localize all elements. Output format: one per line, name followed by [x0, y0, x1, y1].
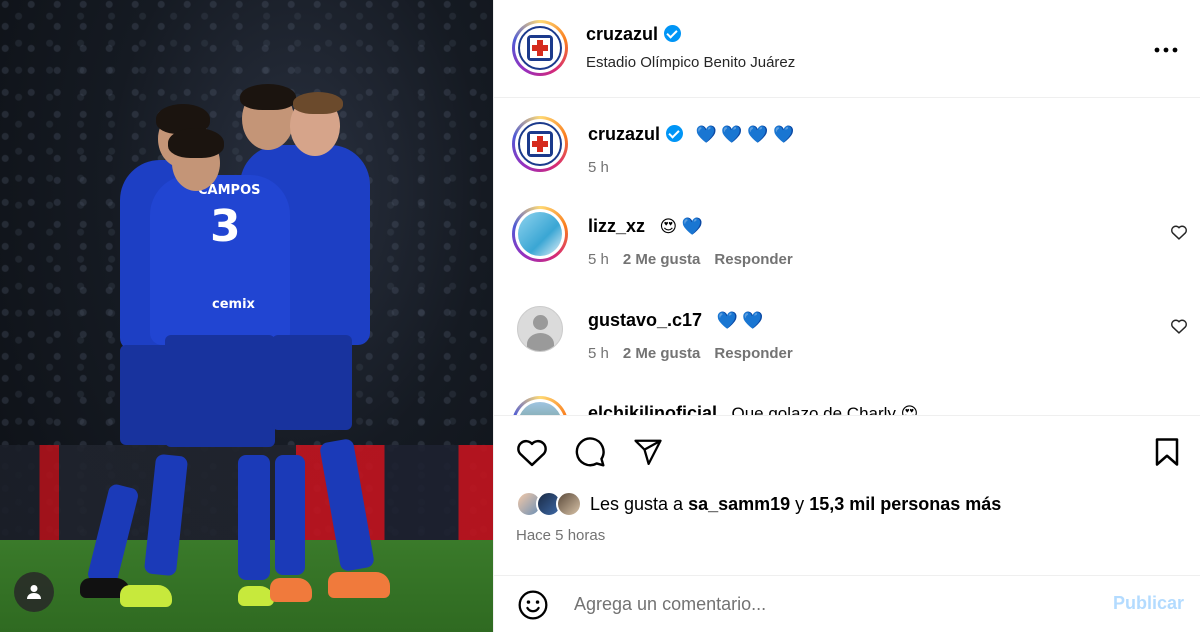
comment-likes[interactable]: 2 Me gusta — [623, 345, 701, 362]
likes-count[interactable]: 15,3 mil personas más — [809, 494, 1001, 514]
caption-username[interactable]: cruzazul — [588, 124, 660, 144]
comment-input[interactable]: Agrega un comentario... — [574, 594, 766, 615]
reply-button[interactable]: Responder — [714, 251, 792, 268]
photo-leg — [238, 455, 270, 580]
comments-list[interactable]: cruzazul 💙 💙 💙 💙 5 h lizz_xz 😍 💙 5 h 2 Me… — [494, 99, 1200, 415]
photo-player-hair — [293, 92, 343, 114]
post-timestamp: Hace 5 horas — [516, 527, 606, 544]
cruz-azul-logo — [518, 26, 562, 70]
post-header: cruzazul Estadio Olímpico Benito Juárez — [494, 0, 1200, 98]
more-options-icon[interactable] — [1154, 36, 1178, 56]
likes-prefix: Les gusta a — [590, 493, 689, 514]
share-send-icon[interactable] — [630, 435, 666, 469]
cruz-azul-logo — [518, 122, 562, 166]
photo-boot — [270, 578, 312, 602]
comment-avatar[interactable] — [512, 396, 568, 415]
comment-text: 😍 💙 — [659, 217, 704, 236]
jersey-sponsor: cemix — [212, 297, 255, 312]
save-bookmark-icon[interactable] — [1152, 435, 1182, 469]
comment-likes[interactable]: 2 Me gusta — [623, 251, 701, 268]
photo-player-hair — [168, 128, 224, 158]
default-avatar-icon[interactable] — [517, 306, 563, 352]
comment-like-heart-icon[interactable] — [1170, 224, 1188, 245]
caption-text: 💙 💙 💙 💙 — [695, 125, 795, 144]
photo-player-hair — [240, 84, 296, 110]
photo-boot — [120, 585, 172, 607]
photo-shorts — [272, 335, 352, 430]
reply-button[interactable]: Responder — [714, 345, 792, 362]
photo-leg — [275, 455, 305, 575]
user-tag-icon — [27, 585, 41, 599]
avatar-photo — [518, 212, 562, 256]
comment-username[interactable]: elchikilinoficial — [588, 403, 717, 415]
author-username-text[interactable]: cruzazul — [586, 24, 658, 44]
comment-username[interactable]: lizz_xz — [588, 216, 645, 236]
likes-middle: y — [790, 493, 810, 514]
comment-avatar[interactable] — [512, 206, 568, 262]
verified-badge-icon — [664, 25, 682, 42]
comment-username[interactable]: gustavo_.c17 — [588, 310, 702, 330]
comment-time: 5 h — [588, 345, 609, 362]
photo-shorts — [165, 335, 275, 447]
post-actions: Les gusta a sa_samm19 y 15,3 mil persona… — [494, 415, 1200, 575]
post-photo[interactable]: CAMPOS 3 cemix — [0, 0, 493, 632]
photo-boot — [238, 586, 274, 606]
comment-bubble-icon[interactable] — [572, 435, 608, 469]
author-avatar[interactable] — [512, 20, 568, 76]
caption-time: 5 h — [588, 159, 609, 176]
photo-player-center: CAMPOS 3 cemix — [150, 175, 290, 345]
post-detail-panel: cruzazul Estadio Olímpico Benito Juárez — [493, 0, 1200, 632]
comment-like-heart-icon[interactable] — [1170, 318, 1188, 339]
likes-summary[interactable]: Les gusta a sa_samm19 y 15,3 mil persona… — [516, 491, 1001, 517]
comment-composer: Agrega un comentario... Publicar — [494, 575, 1200, 632]
tagged-users-button[interactable] — [14, 572, 54, 612]
avatar-photo — [518, 402, 562, 415]
post-location[interactable]: Estadio Olímpico Benito Juárez — [586, 54, 795, 71]
comment-text: 💙 💙 — [716, 311, 764, 330]
like-heart-icon[interactable] — [514, 435, 550, 469]
likes-user[interactable]: sa_samm19 — [688, 494, 790, 514]
cross-logo-icon — [527, 131, 553, 157]
liker-avatar — [556, 491, 582, 517]
publish-button[interactable]: Publicar — [1113, 593, 1184, 614]
emoji-picker-icon[interactable] — [516, 588, 550, 622]
author-username[interactable]: cruzazul — [586, 24, 682, 45]
comment-meta: 5 h 2 Me gusta Responder — [588, 345, 793, 362]
comment-time: 5 h — [588, 251, 609, 268]
verified-badge-icon — [666, 125, 684, 142]
comment-meta: 5 h 2 Me gusta Responder — [588, 251, 793, 268]
cross-logo-icon — [527, 35, 553, 61]
photo-boot — [328, 572, 390, 598]
likes-text: Les gusta a sa_samm19 y 15,3 mil persona… — [590, 494, 1001, 515]
comment-text: Que golazo de Charly 😍 — [731, 404, 919, 415]
jersey-number: 3 — [210, 201, 241, 252]
caption-author-avatar[interactable] — [512, 116, 568, 172]
